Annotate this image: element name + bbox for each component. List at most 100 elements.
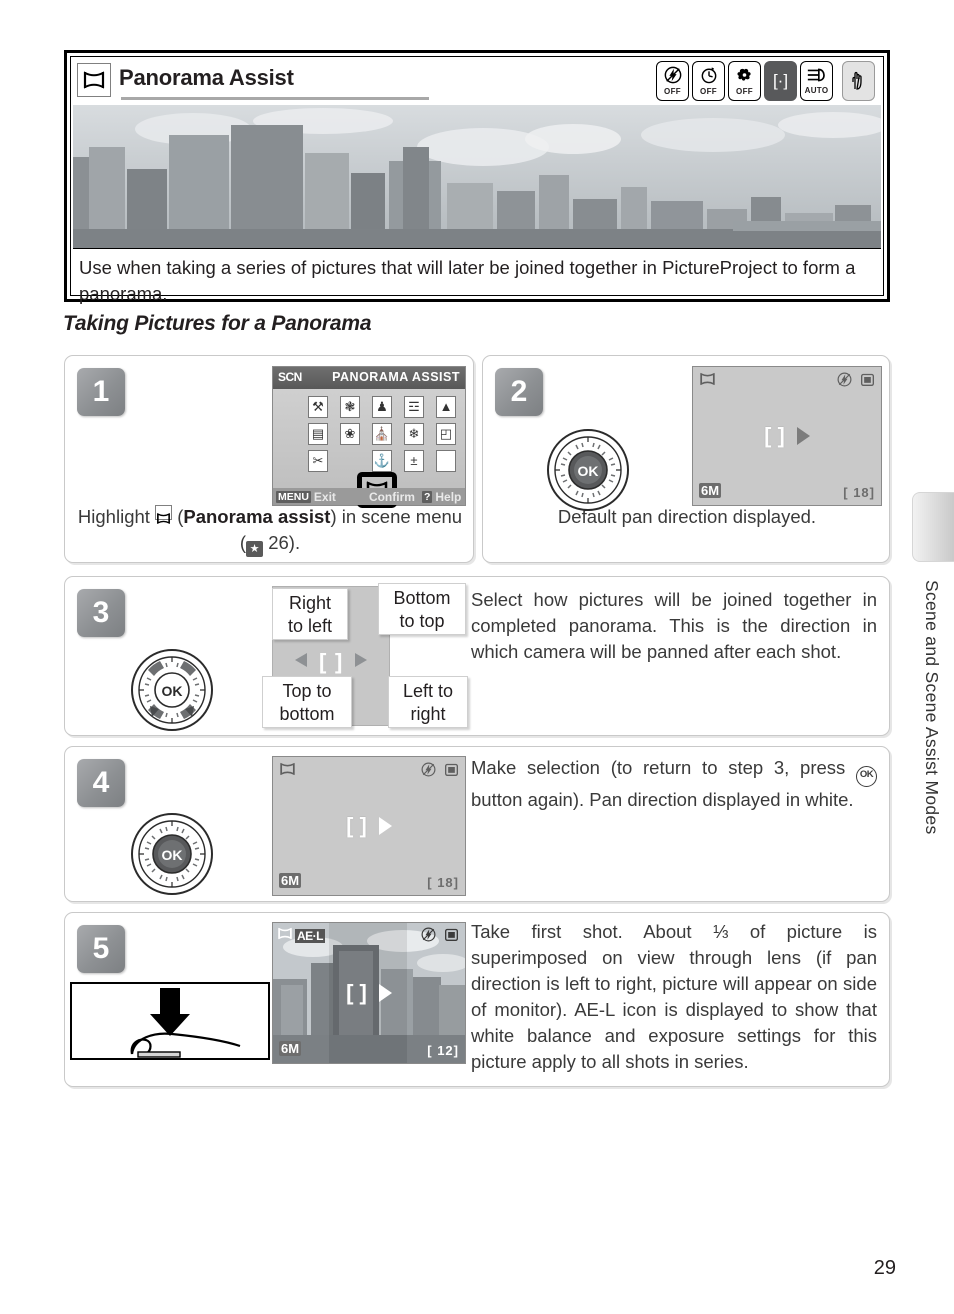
flash-off-icon bbox=[421, 927, 436, 947]
exposure-auto-icon: AUTO bbox=[800, 61, 833, 101]
scene-mode-cell[interactable]: ◰ bbox=[431, 420, 461, 447]
scene-mode-cell[interactable]: ± bbox=[399, 447, 429, 474]
callout-top-to-bottom: Top to bottom bbox=[262, 676, 352, 728]
step-number-badge: 1 bbox=[77, 368, 125, 416]
ok-button-icon: OK bbox=[856, 766, 877, 787]
chapter-tab bbox=[912, 492, 954, 562]
scene-mode-cell[interactable]: ♟ bbox=[367, 393, 397, 420]
timer-sub-label: OFF bbox=[700, 87, 717, 96]
lcd-top-right bbox=[421, 762, 459, 782]
scene-mode-cell[interactable]: ❄ bbox=[399, 420, 429, 447]
lcd-center-indicator: [ ] bbox=[693, 423, 881, 449]
resolution-badge: 6M bbox=[279, 873, 302, 888]
lcd-top-left bbox=[699, 372, 716, 391]
scene-icon: ◰ bbox=[436, 422, 456, 445]
step-4-text-before: Make selection (to return to step 3, pre… bbox=[471, 757, 856, 778]
reference-book-icon: ★ bbox=[246, 541, 264, 557]
scene-menu-title: PANORAMA ASSIST bbox=[332, 370, 460, 384]
exposure-sub-label: AUTO bbox=[804, 86, 829, 95]
scene-mode-grid[interactable]: ⚒ ❃ ♟ ☲ ▲ ▤ ❀ ⛪ ❄ ◰ ✂ ⚓ ± bbox=[303, 393, 463, 474]
panorama-icon-inline bbox=[155, 505, 173, 524]
scene-mode-cell[interactable]: ❃ bbox=[335, 393, 365, 420]
step-5-text: Take first shot. About ⅓ of picture is s… bbox=[471, 921, 877, 1072]
exposure-glyph bbox=[806, 67, 828, 86]
scene-icon: ⚒ bbox=[308, 395, 328, 418]
callout-right-to-left-label: Right to left bbox=[287, 593, 333, 636]
svg-text:]: ] bbox=[335, 649, 342, 674]
multi-selector-dial-step4[interactable]: OK bbox=[130, 812, 214, 896]
camera-lcd-step2: [ ] 6M [ 18] bbox=[692, 366, 882, 506]
step-number-badge: 3 bbox=[77, 589, 125, 637]
callout-bottom-to-top: Bottom to top bbox=[378, 583, 466, 635]
scene-icon: ❀ bbox=[340, 422, 360, 445]
scene-mode-cell[interactable]: ▲ bbox=[431, 393, 461, 420]
scene-mode-cell[interactable]: ▤ bbox=[303, 420, 333, 447]
pan-direction-arrow-white bbox=[378, 984, 392, 1002]
scene-menu-screen[interactable]: SCN PANORAMA ASSIST ⚒ ❃ ♟ ☲ ▲ ▤ ❀ ⛪ ❄ ◰ … bbox=[272, 366, 466, 508]
lcd-center-indicator: [ ] bbox=[273, 980, 465, 1006]
battery-icon bbox=[444, 762, 459, 782]
feature-box: Panorama Assist OFF OFF OFF [·] AUTO Use… bbox=[64, 50, 890, 304]
panorama-icon bbox=[279, 762, 296, 781]
battery-icon bbox=[444, 927, 459, 947]
resolution-badge: 6M bbox=[279, 1041, 302, 1056]
macro-glyph bbox=[735, 66, 754, 87]
step-number-badge: 4 bbox=[77, 759, 125, 807]
lcd-bottom-right: [ 12] bbox=[427, 1043, 459, 1058]
vibration-reduction-icon bbox=[842, 61, 875, 101]
multi-selector-dial-step3[interactable]: OK bbox=[130, 648, 214, 732]
scene-mode-cell[interactable] bbox=[431, 447, 461, 474]
lcd-bottom-left: 6M bbox=[279, 1040, 302, 1058]
scene-icon: ▲ bbox=[436, 395, 456, 418]
lcd-top-left bbox=[279, 762, 296, 781]
panorama-photo bbox=[73, 105, 881, 248]
camera-lcd-step5: AE·L [ ] 6M [ 12] bbox=[272, 922, 466, 1064]
feature-description: Use when taking a series of pictures tha… bbox=[73, 248, 881, 304]
scene-mode-cell[interactable]: ⚓ bbox=[367, 447, 397, 474]
chapter-tab-label: Scene and Scene Assist Modes bbox=[922, 580, 942, 835]
focus-bracket-right: ] bbox=[359, 813, 367, 838]
lcd-bottom-left: 6M bbox=[699, 482, 722, 500]
scene-icon: ♟ bbox=[372, 395, 392, 418]
scene-icon bbox=[436, 449, 456, 472]
lcd-bottom-left: 6M bbox=[279, 872, 302, 890]
callout-right-to-left: Right to left bbox=[272, 588, 348, 640]
step-3-text: Select how pictures will be joined toget… bbox=[471, 589, 877, 662]
self-timer-off-icon: OFF bbox=[692, 61, 725, 101]
af-area-glyph: [·] bbox=[772, 71, 789, 90]
page-number: 29 bbox=[873, 1257, 896, 1279]
help-key-icon: ? bbox=[421, 490, 433, 503]
scene-menu-titlebar: SCN PANORAMA ASSIST bbox=[273, 367, 465, 389]
scene-icon: ⛪ bbox=[372, 422, 392, 445]
lcd-top-right bbox=[837, 372, 875, 392]
scene-mode-cell[interactable]: ⛪ bbox=[367, 420, 397, 447]
shots-remaining: 12 bbox=[437, 1043, 454, 1058]
af-area-icon: [·] bbox=[764, 61, 797, 101]
focus-bracket-right: ] bbox=[777, 423, 785, 448]
hand-glyph bbox=[850, 69, 868, 94]
scene-icon: ❄ bbox=[404, 422, 424, 445]
shots-remaining: 18 bbox=[437, 875, 454, 890]
step-1-page-ref: 26 bbox=[268, 532, 289, 553]
panorama-icon bbox=[77, 63, 111, 97]
scene-icon: ± bbox=[404, 449, 424, 472]
scene-icon: ✂ bbox=[308, 449, 328, 472]
flash-off-icon bbox=[837, 372, 852, 392]
scene-mode-cell[interactable]: ❀ bbox=[335, 420, 365, 447]
step-1-caption-bold: Panorama assist bbox=[183, 506, 331, 527]
scene-icon: ☲ bbox=[404, 395, 424, 418]
scene-mode-cell-panorama[interactable] bbox=[335, 447, 365, 474]
scene-mode-cell[interactable]: ⚒ bbox=[303, 393, 333, 420]
scene-icon: ❃ bbox=[340, 395, 360, 418]
page-title: Taking Pictures for a Panorama bbox=[63, 312, 372, 335]
panorama-icon bbox=[277, 927, 293, 945]
focus-bracket-left: [ bbox=[764, 423, 772, 448]
scene-mode-cell[interactable]: ✂ bbox=[303, 447, 333, 474]
panorama-icon bbox=[699, 372, 716, 391]
menu-exit-label: Exit bbox=[313, 489, 336, 504]
scene-mode-cell[interactable]: ☲ bbox=[399, 393, 429, 420]
multi-selector-dial-step2[interactable]: OK bbox=[546, 428, 630, 512]
svg-text:OK: OK bbox=[578, 463, 599, 479]
callout-left-to-right-label: Left to right bbox=[402, 681, 454, 724]
step-1-caption-before: Highlight bbox=[77, 506, 156, 527]
